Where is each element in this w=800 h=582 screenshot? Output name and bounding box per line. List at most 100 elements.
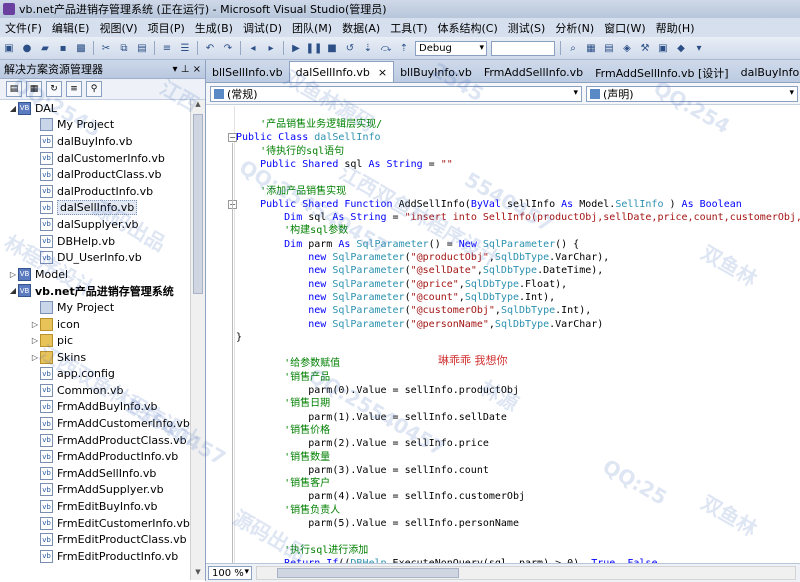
tree-item[interactable]: vb FrmEditProductClass.vb [0,531,190,548]
tree-item[interactable]: vb FrmEditBuyInfo.vb [0,498,190,515]
menu-item[interactable]: 体系结构(C) [433,20,503,36]
navigate-backward-icon[interactable]: ◂ [246,41,260,55]
pause-icon[interactable]: ❚❚ [306,41,323,55]
tree-item[interactable]: vb dalSellInfo.vb [0,200,190,217]
solution-explorer-icon[interactable]: ▦ [584,41,598,55]
member-select[interactable]: (声明) ▾ [586,85,798,102]
tree-item[interactable]: ▷ pic [0,332,190,349]
panel-pin-controls[interactable]: ▾ ⊥ × [173,64,201,75]
tree-item[interactable]: vb FrmEditCustomerInfo.vb [0,515,190,532]
document-tab[interactable]: dalBuyInfo.vb [735,63,800,82]
tree-item[interactable]: My Project [0,117,190,134]
tree-expander-icon[interactable]: ▷ [30,353,40,362]
scroll-down-icon[interactable]: ▼ [191,568,205,580]
step-out-icon[interactable]: ⇡ [397,41,411,55]
tree-expander-icon[interactable]: ◢ [8,286,18,295]
step-into-icon[interactable]: ⇣ [361,41,375,55]
step-over-icon[interactable]: ⤼ [379,41,393,55]
save-all-icon[interactable]: ▩ [74,41,88,55]
solution-platform-select[interactable] [491,40,555,56]
view-code-icon[interactable]: ≡ [66,81,82,97]
zoom-select[interactable]: 100 % ▾ [208,566,252,580]
view-class-diagram-icon[interactable]: ⚲ [86,81,102,97]
menu-item[interactable]: 项目(P) [143,20,190,36]
document-tab[interactable]: FrmAddSellInfo.vb [478,63,589,82]
toolbox-icon[interactable]: ⚒ [638,41,652,55]
tree-item[interactable]: vb dalBuyInfo.vb [0,133,190,150]
restart-icon[interactable]: ↺ [343,41,357,55]
tree-item[interactable]: vb dalSupplyer.vb [0,216,190,233]
tree-item[interactable]: vb dalProductInfo.vb [0,183,190,200]
solution-explorer-scrollbar[interactable]: ▲ ▼ [190,100,205,580]
extension-manager-icon[interactable]: ◆ [674,41,688,55]
document-tab[interactable]: bllSellInfo.vb [206,63,289,82]
tree-item[interactable]: vb FrmAddSupplyer.vb [0,482,190,499]
menu-item[interactable]: 测试(S) [503,20,551,36]
navigate-forward-icon[interactable]: ▸ [264,41,278,55]
scroll-up-icon[interactable]: ▲ [191,100,205,112]
tree-expander-icon[interactable]: ▷ [30,320,40,329]
properties-icon[interactable]: ▤ [6,81,22,97]
save-icon[interactable]: ▪ [56,41,70,55]
tree-item[interactable]: vb DU_UserInfo.vb [0,249,190,266]
tree-item[interactable]: vb FrmAddProductInfo.vb [0,448,190,465]
type-select[interactable]: (常规) ▾ [210,85,582,102]
tree-item[interactable]: vb FrmAddSellInfo.vb [0,465,190,482]
tree-expander-icon[interactable]: ◢ [8,104,18,113]
find-in-files-icon[interactable]: ⌕ [566,41,580,55]
add-item-icon[interactable]: ● [20,41,34,55]
toolbar-options-icon[interactable]: ▾ [692,41,706,55]
tree-item[interactable]: vb app.config [0,366,190,383]
document-tab[interactable]: bllBuyInfo.vb [394,63,478,82]
refresh-icon[interactable]: ↻ [46,81,62,97]
menu-item[interactable]: 数据(A) [337,20,385,36]
tree-item[interactable]: ◢ VB DAL [0,100,190,117]
tree-item[interactable]: vb dalProductClass.vb [0,166,190,183]
tree-item[interactable]: vb DBHelp.vb [0,233,190,250]
menu-item[interactable]: 分析(N) [550,20,599,36]
scrollbar-thumb[interactable] [277,568,459,578]
object-browser-icon[interactable]: ◈ [620,41,634,55]
copy-icon[interactable]: ⧉ [117,41,131,55]
tree-item[interactable]: ▷ VB Model [0,266,190,283]
tree-item[interactable]: vb FrmAddCustomerInfo.vb [0,415,190,432]
comment-icon[interactable]: ≡ [160,41,174,55]
open-file-icon[interactable]: ▰ [38,41,52,55]
menu-item[interactable]: 团队(M) [287,20,337,36]
start-debug-icon[interactable]: ▶ [289,41,303,55]
editor-horizontal-scrollbar[interactable] [256,566,796,580]
menu-item[interactable]: 编辑(E) [47,20,95,36]
close-icon[interactable]: × [378,66,387,79]
properties-icon[interactable]: ▤ [602,41,616,55]
code-editor[interactable]: '产品销售业务逻辑层实现/Public Class dalSellInfo '待… [206,106,800,563]
show-all-files-icon[interactable]: ▦ [26,81,42,97]
document-tab[interactable]: dalSellInfo.vb × [288,61,395,82]
tree-expander-icon[interactable]: ▷ [30,336,40,345]
tree-item[interactable]: ▷ Skins [0,349,190,366]
tree-item[interactable]: ▷ icon [0,316,190,333]
stop-icon[interactable]: ■ [325,41,339,55]
menu-item[interactable]: 调试(D) [238,20,287,36]
redo-icon[interactable]: ↷ [221,41,235,55]
tree-item[interactable]: vb FrmAddBuyInfo.vb [0,399,190,416]
uncomment-icon[interactable]: ☰ [178,41,192,55]
undo-icon[interactable]: ↶ [203,41,217,55]
paste-icon[interactable]: ▤ [135,41,149,55]
menu-item[interactable]: 视图(V) [94,20,142,36]
tree-expander-icon[interactable]: ▷ [8,270,18,279]
tree-item[interactable]: My Project [0,299,190,316]
cut-icon[interactable]: ✂ [99,41,113,55]
tree-item[interactable]: vb FrmAddProductClass.vb [0,432,190,449]
solution-configuration-select[interactable]: Debug ▾ [415,40,487,56]
document-tab[interactable]: FrmAddSellInfo.vb [设计] [589,63,734,82]
tree-item[interactable]: ◢ VB vb.net产品进销存管理系统 [0,283,190,300]
menu-item[interactable]: 窗口(W) [599,20,650,36]
scrollbar-thumb[interactable] [193,114,203,294]
menu-item[interactable]: 工具(T) [385,20,432,36]
tree-item[interactable]: vb dalCustomerInfo.vb [0,150,190,167]
collapse-region-icon[interactable]: − [228,133,237,143]
start-page-icon[interactable]: ▣ [656,41,670,55]
tree-item[interactable]: vb FrmEditProductInfo.vb [0,548,190,565]
tree-item[interactable]: vb Common.vb [0,382,190,399]
menu-item[interactable]: 生成(B) [190,20,238,36]
